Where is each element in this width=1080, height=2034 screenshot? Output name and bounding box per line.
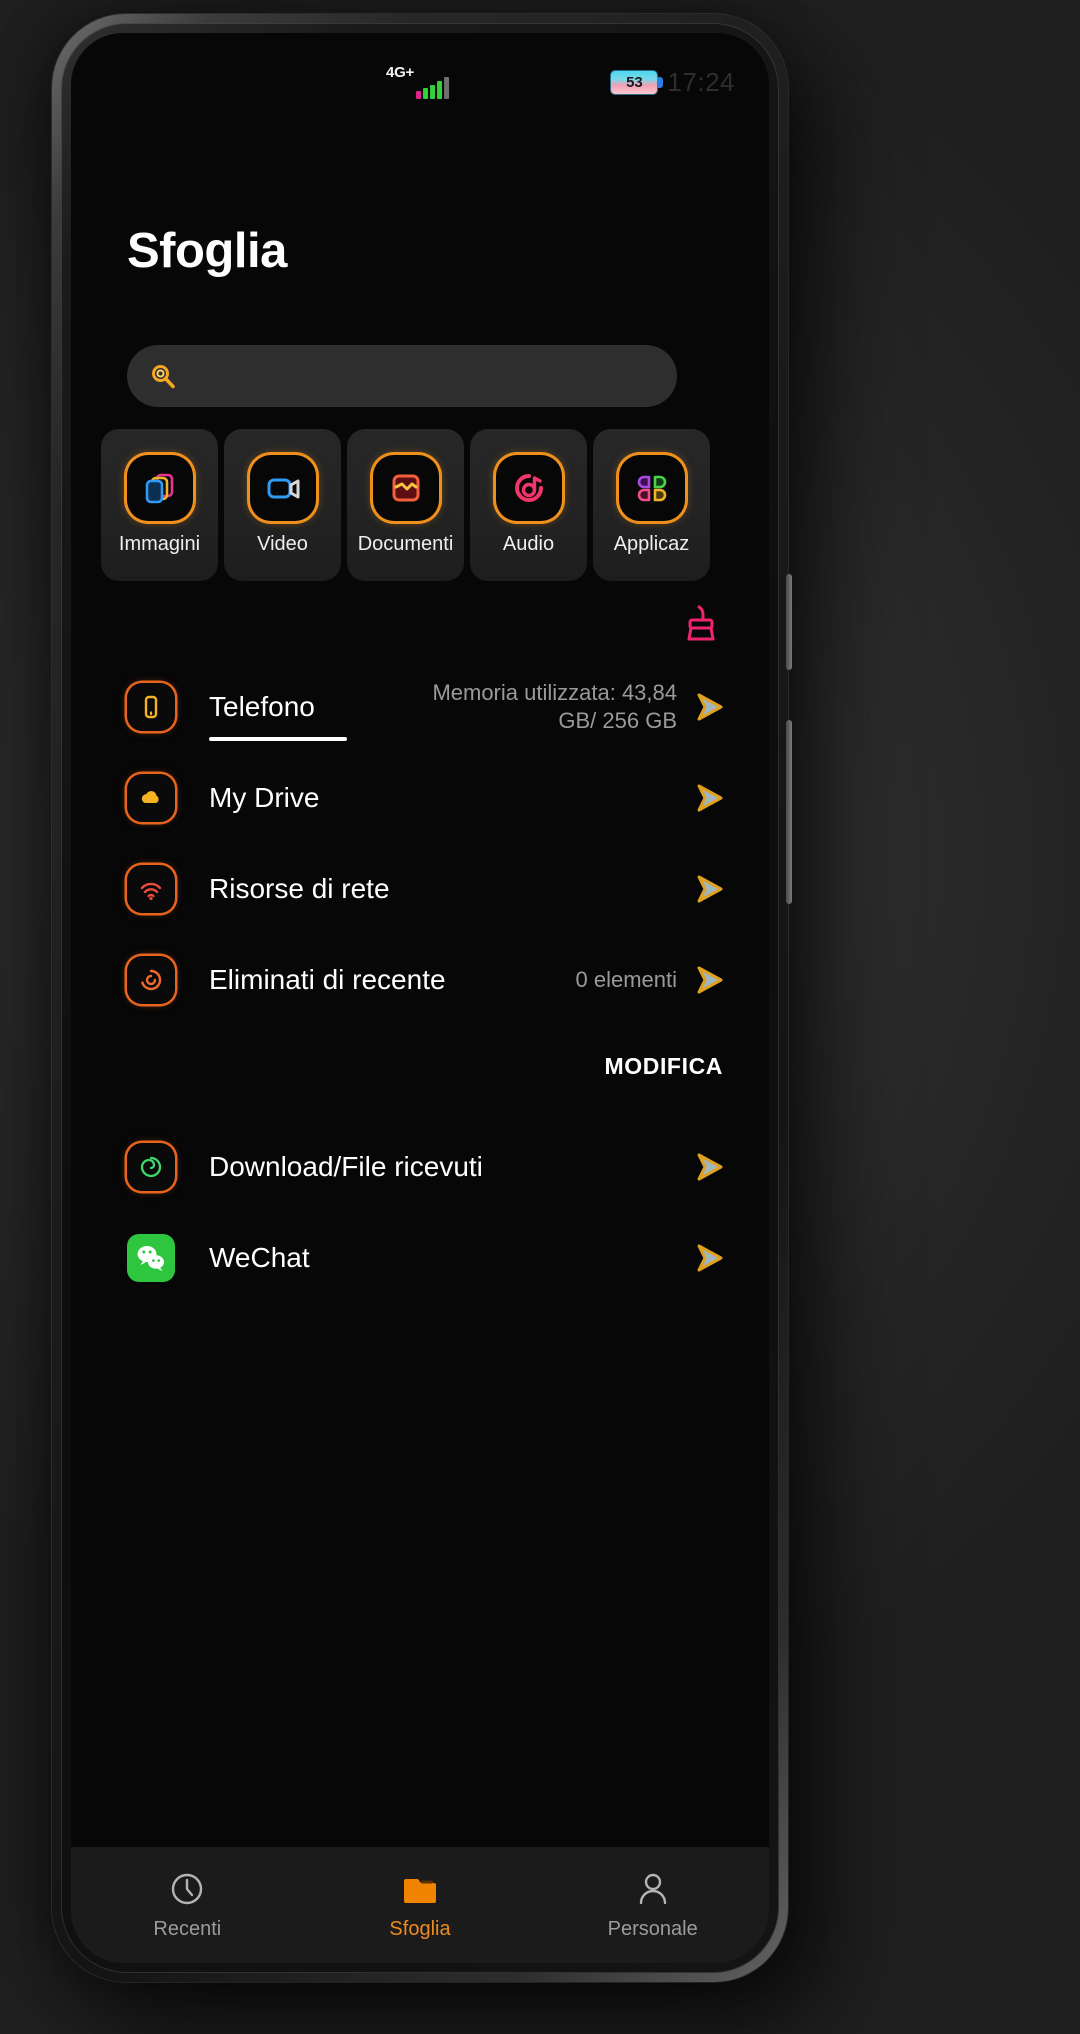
status-bar: 4G+ 53 17:24 bbox=[71, 63, 769, 107]
category-label: Audio bbox=[502, 532, 555, 555]
list-item-label: WeChat bbox=[209, 1241, 310, 1273]
bottom-navigation: Recenti Sfoglia Personale bbox=[71, 1847, 769, 1963]
category-label: Video bbox=[257, 532, 308, 555]
list-item-label: My Drive bbox=[209, 781, 320, 813]
nav-item-recenti[interactable]: Recenti bbox=[71, 1869, 304, 1941]
category-video[interactable]: Video bbox=[224, 429, 341, 581]
category-scroller[interactable]: Immagini Video Documenti Audio Applicaz bbox=[101, 429, 769, 581]
list-item-download[interactable]: Download/File ricevuti bbox=[71, 1121, 769, 1212]
images-icon bbox=[126, 454, 193, 521]
list-item-label: Eliminati di recente bbox=[209, 963, 446, 995]
page-title: Sfoglia bbox=[127, 224, 287, 278]
folder-icon bbox=[404, 1879, 436, 1903]
document-icon bbox=[372, 454, 439, 521]
list-item-label: Risorse di rete bbox=[209, 872, 390, 904]
download-spiral-icon bbox=[127, 1142, 175, 1191]
list-item-label: Telefono bbox=[209, 690, 347, 741]
music-note-icon bbox=[495, 454, 562, 521]
scene: 4G+ 53 17:24 Sfoglia Immagini Video Docu… bbox=[0, 0, 1080, 2034]
signal-bars-icon bbox=[415, 77, 449, 99]
list-item-meta: 0 elementi bbox=[575, 966, 677, 992]
battery-icon: 53 bbox=[611, 71, 664, 94]
chevron-right-icon[interactable] bbox=[693, 783, 727, 813]
category-immagini[interactable]: Immagini bbox=[101, 429, 218, 581]
nav-item-label: Recenti bbox=[153, 1918, 222, 1940]
nav-item-label: Personale bbox=[607, 1918, 698, 1940]
list-item-wechat[interactable]: WeChat bbox=[71, 1212, 769, 1303]
list-item-meta: Memoria utilizzata: 43,84 GB/ 256 GB bbox=[432, 680, 677, 733]
nav-item-personale[interactable]: Personale bbox=[536, 1869, 769, 1941]
status-right-group: 53 17:24 bbox=[611, 67, 735, 98]
video-camera-icon bbox=[249, 454, 316, 521]
nav-item-sfoglia[interactable]: Sfoglia bbox=[304, 1869, 537, 1941]
phone-device: 4G+ 53 17:24 Sfoglia Immagini Video Docu… bbox=[52, 14, 792, 1982]
category-label: Immagini bbox=[118, 532, 201, 555]
battery-percent-label: 53 bbox=[626, 74, 643, 91]
phone-screen: 4G+ 53 17:24 Sfoglia Immagini Video Docu… bbox=[71, 33, 769, 1963]
chevron-right-icon[interactable] bbox=[693, 1152, 727, 1182]
volume-button[interactable] bbox=[786, 574, 792, 670]
category-documenti[interactable]: Documenti bbox=[347, 429, 464, 581]
apps-grid-icon bbox=[618, 454, 685, 521]
search-icon bbox=[152, 365, 175, 389]
chevron-right-icon[interactable] bbox=[693, 1243, 727, 1273]
power-button[interactable] bbox=[786, 720, 792, 904]
broom-icon bbox=[687, 605, 715, 641]
phone-storage-icon bbox=[127, 682, 175, 731]
clock-icon bbox=[172, 1873, 203, 1905]
list-item-eliminati-di-recente[interactable]: Eliminati di recente 0 elementi bbox=[71, 934, 769, 1025]
chevron-right-icon[interactable] bbox=[693, 692, 727, 722]
list-item-risorse-di-rete[interactable]: Risorse di rete bbox=[71, 843, 769, 934]
nav-item-label: Sfoglia bbox=[389, 1918, 451, 1940]
recycle-bin-icon bbox=[127, 955, 175, 1004]
list-item-my-drive[interactable]: My Drive bbox=[71, 752, 769, 843]
category-label: Documenti bbox=[357, 532, 454, 555]
storage-list: Telefono Memoria utilizzata: 43,84 GB/ 2… bbox=[71, 661, 769, 1303]
category-label: Applicaz bbox=[613, 532, 690, 555]
edit-button[interactable]: MODIFICA bbox=[604, 1053, 723, 1080]
list-item-label: Download/File ricevuti bbox=[209, 1150, 483, 1182]
clean-storage-button[interactable] bbox=[679, 601, 723, 645]
category-applicazioni[interactable]: Applicaz bbox=[593, 429, 710, 581]
clock-label: 17:24 bbox=[667, 67, 735, 97]
wechat-icon bbox=[127, 1233, 175, 1282]
network-type-label: 4G+ bbox=[386, 64, 414, 81]
person-icon bbox=[639, 1873, 666, 1905]
search-bar[interactable] bbox=[127, 345, 677, 407]
chevron-right-icon[interactable] bbox=[693, 874, 727, 904]
category-audio[interactable]: Audio bbox=[470, 429, 587, 581]
search-input[interactable] bbox=[177, 363, 677, 389]
chevron-right-icon[interactable] bbox=[693, 965, 727, 995]
network-icon bbox=[127, 864, 175, 913]
list-item-telefono[interactable]: Telefono Memoria utilizzata: 43,84 GB/ 2… bbox=[71, 661, 769, 752]
cloud-icon bbox=[127, 773, 175, 822]
file-manager-app: 4G+ 53 17:24 Sfoglia Immagini Video Docu… bbox=[71, 33, 769, 1963]
signal-indicator: 4G+ bbox=[386, 65, 449, 99]
